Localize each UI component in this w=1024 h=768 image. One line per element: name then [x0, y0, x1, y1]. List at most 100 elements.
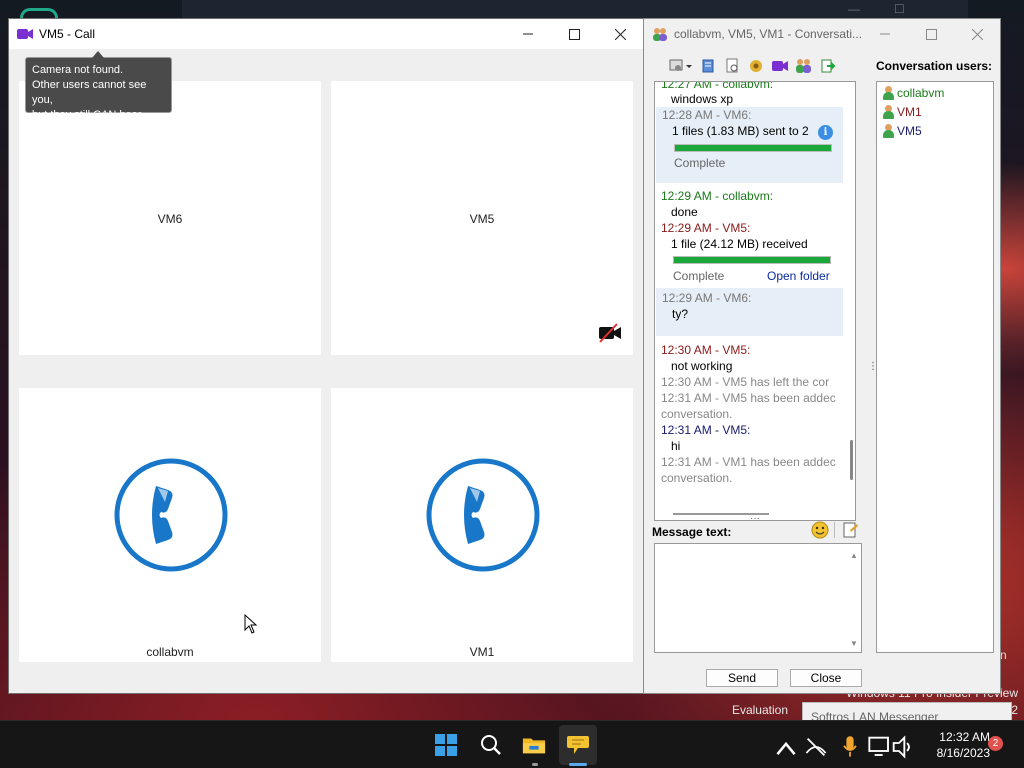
history-button[interactable] [696, 55, 720, 77]
user-item-vm1[interactable]: VM1 [883, 105, 922, 119]
conversation-users-list: collabvm VM1 VM5 [876, 81, 994, 653]
background-window-titlebar: — ☐ [182, 0, 968, 20]
participant-name: VM6 [157, 212, 183, 226]
system-message: 12:31 AM - VM5 has been addec [661, 391, 836, 405]
exit-icon [821, 59, 836, 73]
participant-name: VM1 [469, 645, 495, 659]
log-button[interactable] [720, 55, 744, 77]
video-camera-icon [772, 61, 788, 71]
message-header: 12:29 AM - VM6: [662, 291, 752, 305]
user-item-vm5[interactable]: VM5 [883, 124, 922, 138]
participant-name: VM5 [469, 212, 495, 226]
transfer-status: Complete [673, 269, 725, 283]
message-text: hi [671, 439, 681, 453]
transfer-progress-bar [674, 144, 832, 152]
message-text: ty? [672, 307, 689, 321]
chat-log[interactable]: 12:27 AM - collabvm: windows xp 12:28 AM… [654, 81, 856, 521]
call-titlebar[interactable]: VM5 - Call [9, 19, 643, 49]
system-message: 12:31 AM - VM1 has been addec [661, 455, 836, 469]
user-icon [883, 124, 894, 138]
status-dropdown-button[interactable] [666, 55, 696, 77]
conversation-window-title: collabvm, VM5, VM1 - Conversati... [674, 27, 863, 41]
chat-vertical-scrollbar[interactable] [850, 440, 853, 480]
microphone-icon[interactable] [838, 735, 862, 759]
messenger-active-indicator [569, 763, 587, 766]
display-icon[interactable] [868, 735, 892, 759]
search-icon[interactable] [479, 733, 503, 757]
horizontal-splitter-icon[interactable]: ··· [750, 513, 760, 524]
message-text: not working [671, 359, 733, 373]
chevron-up-icon[interactable] [774, 737, 798, 761]
call-window: VM5 - Call VM6 VM5 collabvm VM1 Camera n… [8, 18, 644, 694]
format-text-icon[interactable] [841, 521, 859, 539]
transfer-status: Complete [674, 156, 726, 170]
conversation-window: collabvm, VM5, VM1 - Conversati... Conve… [643, 18, 1001, 694]
user-name: VM5 [897, 124, 922, 138]
toolbar-divider [834, 522, 835, 538]
conversation-toolbar [666, 55, 840, 77]
book-icon [702, 59, 714, 73]
info-icon[interactable]: i [818, 125, 833, 140]
send-button[interactable]: Send [706, 669, 778, 687]
close-conversation-button[interactable]: Close [790, 669, 862, 687]
open-folder-link[interactable]: Open folder [767, 269, 830, 283]
system-message: conversation. [661, 471, 733, 485]
progress-fill [675, 145, 831, 151]
message-header: 12:29 AM - collabvm: [661, 189, 774, 203]
leave-conversation-button[interactable] [816, 55, 840, 77]
tooltip-line: but they still CAN hear you. [32, 109, 142, 136]
notification-badge[interactable]: 2 [988, 736, 1003, 751]
close-icon [614, 28, 626, 40]
message-text: 1 files (1.83 MB) sent to 2 [672, 124, 809, 138]
status-dropdown-icon [669, 59, 692, 71]
maximize-icon [568, 28, 580, 40]
message-header: 12:30 AM - VM5: [661, 343, 751, 357]
add-users-icon [796, 59, 811, 73]
minimize-icon [523, 33, 533, 35]
user-name: collabvm [897, 86, 945, 100]
speaker-icon[interactable] [891, 735, 915, 759]
taskbar-clock[interactable]: 12:32 AM 8/16/2023 [920, 729, 990, 761]
conversation-titlebar[interactable]: collabvm, VM5, VM1 - Conversati... [644, 19, 1000, 49]
progress-fill [674, 257, 830, 263]
participant-tile-vm1[interactable]: VM1 [331, 388, 633, 662]
document-search-icon [726, 58, 738, 73]
participant-tile-vm5[interactable]: VM5 [331, 81, 633, 355]
add-users-button[interactable] [792, 55, 816, 77]
user-item-collabvm[interactable]: collabvm [883, 86, 944, 100]
system-message: conversation. [661, 407, 733, 421]
message-block: 12:29 AM - VM6: ty? [656, 288, 843, 336]
start-button[interactable] [434, 733, 458, 757]
video-call-button[interactable] [768, 55, 792, 77]
file-explorer-icon[interactable] [522, 733, 546, 757]
close-button[interactable] [597, 19, 643, 49]
users-group-icon [653, 28, 667, 41]
participant-tile-collabvm[interactable]: collabvm [19, 388, 321, 662]
conv-minimize-button[interactable] [862, 19, 908, 49]
message-input[interactable] [654, 543, 862, 653]
gear-icon [750, 60, 762, 72]
settings-button[interactable] [744, 55, 768, 77]
camera-off-icon [599, 323, 621, 343]
bg-minimize-icon: — [848, 2, 860, 16]
conv-maximize-button[interactable] [908, 19, 954, 49]
minimize-button[interactable] [505, 19, 551, 49]
camera-tooltip: Camera not found. Other users cannot see… [25, 51, 172, 136]
tooltip-line: Other users cannot see you, [32, 79, 147, 106]
explorer-running-indicator [532, 763, 538, 766]
tooltip-line: Camera not found. [32, 64, 124, 76]
network-disconnected-icon[interactable] [804, 735, 828, 759]
clock-date: 8/16/2023 [936, 746, 990, 760]
desktop-text-fragment: n [1000, 648, 1007, 662]
maximize-button[interactable] [551, 19, 597, 49]
video-camera-icon [17, 28, 33, 40]
message-header: 12:27 AM - collabvm: [661, 81, 774, 91]
message-header: 12:28 AM - VM6: [662, 108, 752, 122]
lan-messenger-icon[interactable] [566, 733, 590, 757]
emoji-icon[interactable] [811, 521, 829, 539]
participant-name: collabvm [146, 645, 194, 659]
message-header: 12:31 AM - VM5: [661, 423, 751, 437]
conv-close-button[interactable] [954, 19, 1000, 49]
file-transfer-message: 12:28 AM - VM6: 1 files (1.83 MB) sent t… [656, 107, 843, 183]
message-text: 1 file (24.12 MB) received [671, 237, 808, 251]
